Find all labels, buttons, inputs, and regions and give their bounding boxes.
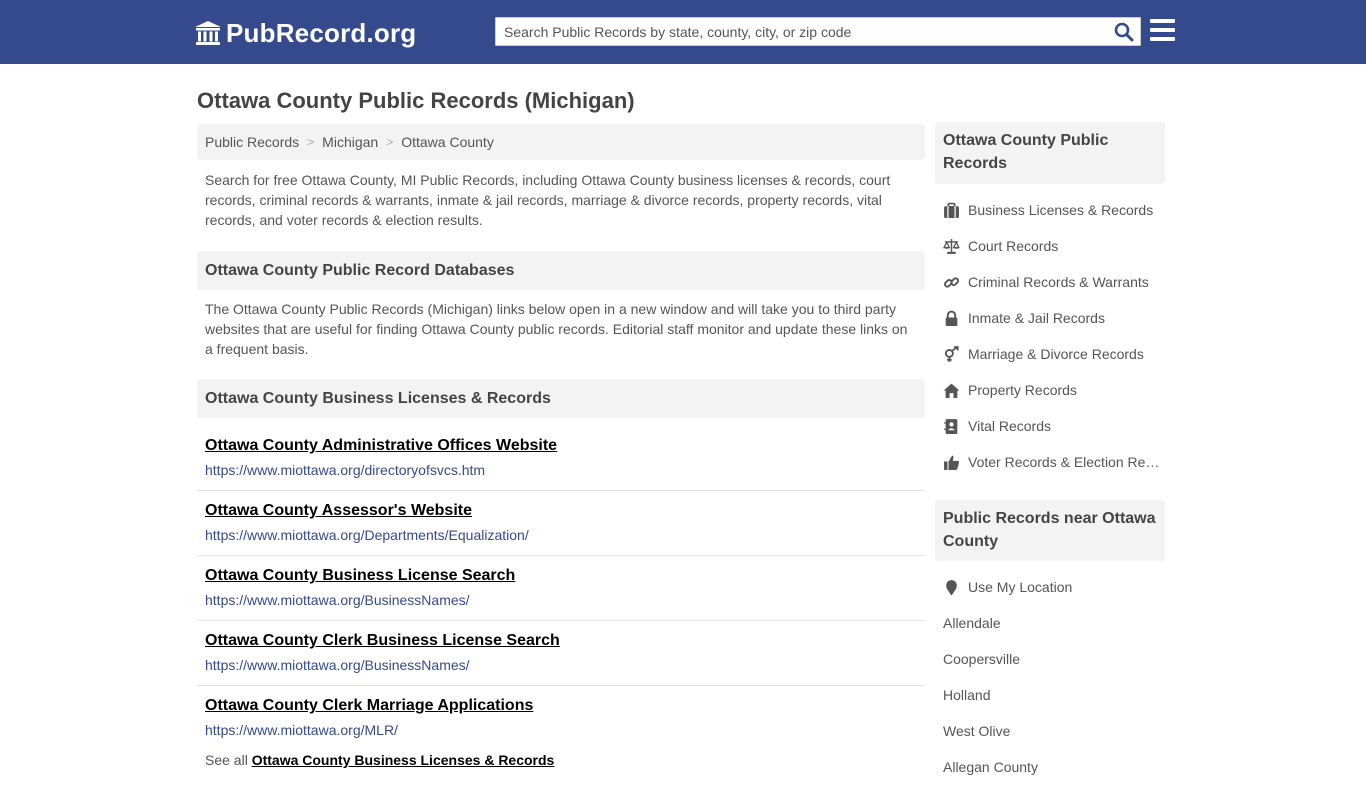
sidebar-records-list: Business Licenses & Records Court Record… xyxy=(943,192,1165,480)
sidebar-item-criminal-records[interactable]: Criminal Records & Warrants xyxy=(943,264,1165,300)
top-navigation-bar: PubRecord.org xyxy=(0,0,1366,64)
see-all-row: See all Ottawa County Business Licenses … xyxy=(205,752,554,768)
gender-icon xyxy=(944,345,959,362)
search-input[interactable] xyxy=(496,18,1096,45)
nearby-link-west-olive[interactable]: West Olive xyxy=(943,713,1165,749)
sidebar-item-label: Holland xyxy=(943,687,991,703)
record-title-link[interactable]: Ottawa County Clerk Marriage Application… xyxy=(205,696,925,716)
breadcrumb-separator: > xyxy=(307,135,315,149)
sidebar-item-marriage-divorce[interactable]: Marriage & Divorce Records xyxy=(943,336,1165,372)
see-all-business-records-link[interactable]: Ottawa County Business Licenses & Record… xyxy=(252,752,555,768)
list-item: Ottawa County Clerk Business License Sea… xyxy=(197,621,925,686)
databases-description: The Ottawa County Public Records (Michig… xyxy=(205,301,908,357)
nearby-link-holland[interactable]: Holland xyxy=(943,677,1165,713)
home-icon xyxy=(943,383,960,398)
courthouse-icon xyxy=(195,21,221,45)
sidebar-item-label: Allendale xyxy=(943,615,1001,631)
record-url[interactable]: https://www.miottawa.org/BusinessNames/ xyxy=(205,591,925,609)
use-my-location-link[interactable]: Use My Location xyxy=(943,569,1165,605)
sidebar-item-label: Criminal Records & Warrants xyxy=(968,274,1149,290)
breadcrumb-michigan[interactable]: Michigan xyxy=(322,134,378,150)
sidebar-item-business-licenses[interactable]: Business Licenses & Records xyxy=(943,192,1165,228)
sidebar-item-label: Business Licenses & Records xyxy=(968,202,1154,218)
record-title-link[interactable]: Ottawa County Assessor's Website xyxy=(205,501,925,521)
intro-text: Search for free Ottawa County, MI Public… xyxy=(205,172,891,228)
sidebar-item-label: Use My Location xyxy=(968,579,1073,595)
record-url[interactable]: https://www.miottawa.org/Departments/Equ… xyxy=(205,526,925,544)
nearby-link-coopersville[interactable]: Coopersville xyxy=(943,641,1165,677)
map-pin-icon xyxy=(946,579,957,595)
see-all-prefix: See all xyxy=(205,752,248,768)
sidebar-records-heading: Ottawa County Public Records xyxy=(935,122,1165,184)
logo-text: PubRecord.org xyxy=(226,17,417,48)
business-records-heading: Ottawa County Business Licenses & Record… xyxy=(197,379,925,418)
sidebar-item-label: Allegan County xyxy=(943,759,1038,775)
sidebar-item-voter-records[interactable]: Voter Records & Election Results xyxy=(943,444,1165,480)
list-item: Ottawa County Assessor's Website https:/… xyxy=(197,491,925,556)
sidebar-item-vital-records[interactable]: Vital Records xyxy=(943,408,1165,444)
sidebar-nearby-heading: Public Records near Ottawa County xyxy=(935,500,1165,561)
sidebar-item-label: Court Records xyxy=(968,238,1059,254)
nearby-link-allendale[interactable]: Allendale xyxy=(943,605,1165,641)
sidebar-item-label: Voter Records & Election Results xyxy=(968,454,1165,470)
sidebar-item-court-records[interactable]: Court Records xyxy=(943,228,1165,264)
hamburger-menu-icon[interactable] xyxy=(1150,19,1175,41)
sidebar-item-label: Vital Records xyxy=(968,418,1052,434)
lock-icon xyxy=(945,310,958,326)
scales-icon xyxy=(943,238,960,254)
business-records-list: Ottawa County Administrative Offices Web… xyxy=(197,426,925,751)
site-logo[interactable]: PubRecord.org xyxy=(194,17,416,49)
sidebar-item-label: Marriage & Divorce Records xyxy=(968,346,1144,362)
contact-book-icon xyxy=(944,418,958,434)
briefcase-icon xyxy=(944,202,959,218)
record-url[interactable]: https://www.miottawa.org/BusinessNames/ xyxy=(205,656,925,674)
list-item: Ottawa County Clerk Marriage Application… xyxy=(197,686,925,751)
thumbs-up-icon xyxy=(944,455,959,470)
sidebar-nearby-list: Use My Location Allendale Coopersville H… xyxy=(943,569,1165,785)
link-icon xyxy=(944,276,959,288)
record-url[interactable]: https://www.miottawa.org/MLR/ xyxy=(205,721,925,739)
record-url[interactable]: https://www.miottawa.org/directoryofsvcs… xyxy=(205,461,925,479)
breadcrumb: Public Records > Michigan > Ottawa Count… xyxy=(197,124,925,160)
search-icon[interactable] xyxy=(1114,22,1134,42)
record-title-link[interactable]: Ottawa County Administrative Offices Web… xyxy=(205,436,925,456)
list-item: Ottawa County Business License Search ht… xyxy=(197,556,925,621)
sidebar-item-label: West Olive xyxy=(943,723,1011,739)
databases-heading: Ottawa County Public Record Databases xyxy=(197,251,925,290)
record-title-link[interactable]: Ottawa County Clerk Business License Sea… xyxy=(205,631,925,651)
sidebar-item-label: Property Records xyxy=(968,382,1077,398)
sidebar-item-property-records[interactable]: Property Records xyxy=(943,372,1165,408)
sidebar-item-inmate-records[interactable]: Inmate & Jail Records xyxy=(943,300,1165,336)
sidebar-item-label: Inmate & Jail Records xyxy=(968,310,1105,326)
nearby-link-allegan-county[interactable]: Allegan County xyxy=(943,749,1165,785)
search-bar xyxy=(495,17,1141,46)
record-title-link[interactable]: Ottawa County Business License Search xyxy=(205,566,925,586)
sidebar-item-label: Coopersville xyxy=(943,651,1021,667)
list-item: Ottawa County Administrative Offices Web… xyxy=(197,426,925,491)
breadcrumb-ottawa-county[interactable]: Ottawa County xyxy=(401,134,494,150)
page-title: Ottawa County Public Records (Michigan) xyxy=(197,88,635,113)
breadcrumb-public-records[interactable]: Public Records xyxy=(205,134,299,150)
breadcrumb-separator: > xyxy=(386,135,394,149)
